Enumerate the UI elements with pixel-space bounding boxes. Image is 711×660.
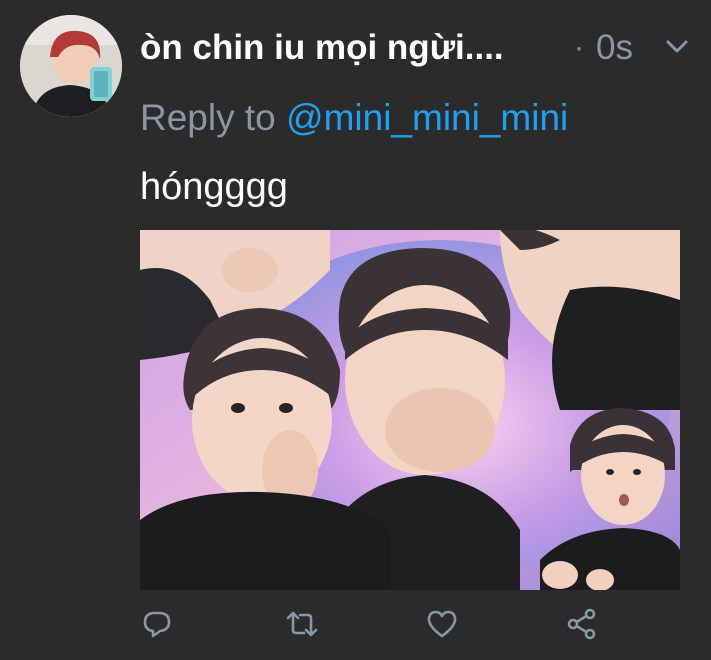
display-name[interactable]: òn chin iu mọi ngừi.... <box>140 24 504 72</box>
tweet-media-image[interactable] <box>140 230 680 590</box>
avatar[interactable] <box>20 15 122 117</box>
tweet-actions <box>0 602 711 646</box>
reply-icon[interactable] <box>139 606 175 642</box>
tweet-text: hóngggg <box>140 166 288 208</box>
avatar-image <box>20 15 122 117</box>
separator-dot: · <box>574 31 584 64</box>
heart-icon[interactable] <box>424 606 460 642</box>
media-collage <box>140 230 680 590</box>
share-icon[interactable] <box>564 606 600 642</box>
reply-prefix: Reply to <box>140 97 276 138</box>
reply-handle-link[interactable]: @mini_mini_mini <box>286 97 568 138</box>
retweet-icon[interactable] <box>284 606 320 642</box>
chevron-down-icon[interactable] <box>662 32 692 62</box>
timestamp[interactable]: 0s <box>596 24 633 72</box>
reply-context: Reply to @mini_mini_mini <box>140 94 568 142</box>
tweet-header: òn chin iu mọi ngừi.... · 0s <box>140 24 700 74</box>
